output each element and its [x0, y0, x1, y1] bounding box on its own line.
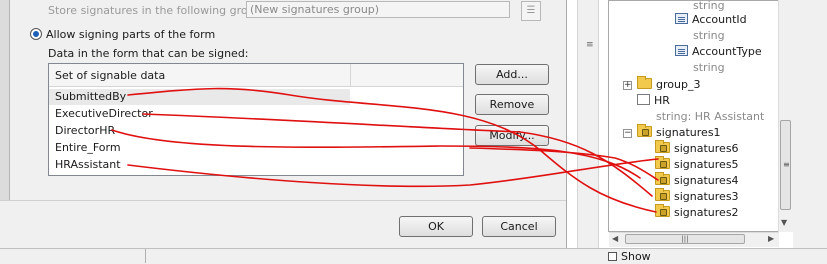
folder-icon: [637, 76, 652, 89]
scroll-left-arrow-icon[interactable]: ◀: [612, 234, 618, 243]
tree-item-hr[interactable]: HR: [637, 93, 670, 109]
tree-item-accounttype[interactable]: AccountType: [675, 44, 762, 60]
show-details-label[interactable]: Show details: [621, 250, 681, 263]
allow-signing-parts-radio[interactable]: [30, 28, 42, 40]
scroll-right-arrow-icon[interactable]: ▶: [768, 234, 774, 243]
tree-item-signatures4[interactable]: signatures4: [655, 172, 739, 189]
tree-type-hr: string: HR Assistant: [656, 110, 765, 123]
horizontal-scroll-thumb[interactable]: |||: [625, 234, 745, 244]
tree-item-signatures5[interactable]: signatures5: [655, 156, 739, 173]
signature-folder-icon: [655, 156, 670, 169]
field-icon: [637, 94, 650, 105]
field-icon: [675, 13, 688, 24]
list-item-hrassistant[interactable]: HRAssistant: [49, 157, 350, 173]
expand-icon[interactable]: +: [623, 81, 632, 90]
signable-data-label: Data in the form that can be signed:: [48, 47, 249, 60]
tree-item-signatures3[interactable]: signatures3: [655, 188, 739, 205]
show-details-checkbox[interactable]: [608, 252, 617, 261]
signature-folder-icon: [637, 124, 652, 137]
list-item-entire-form[interactable]: Entire_Form: [49, 140, 350, 156]
remove-button[interactable]: Remove: [475, 94, 549, 115]
list-header-label: Set of signable data: [55, 69, 166, 82]
bottom-bar-separator: [145, 249, 146, 263]
left-edge-strip: [0, 0, 10, 200]
field-icon: [675, 45, 688, 56]
column-separator[interactable]: [350, 64, 351, 86]
list-item-directorhr[interactable]: DirectorHR: [49, 123, 350, 139]
store-signatures-label: Store signatures in the following group:: [48, 4, 266, 17]
tree-item-signatures2[interactable]: signatures2: [655, 204, 739, 221]
signable-data-list[interactable]: Set of signable data SubmittedBy Executi…: [48, 63, 464, 176]
signature-folder-icon: [655, 188, 670, 201]
signature-folder-icon: [655, 204, 670, 217]
ok-button[interactable]: OK: [399, 216, 473, 237]
tree-item-group-3[interactable]: group_3: [637, 76, 700, 93]
scroll-down-arrow-icon[interactable]: ▼: [781, 218, 787, 227]
cancel-button[interactable]: Cancel: [482, 216, 556, 237]
signature-folder-icon: [655, 172, 670, 185]
data-source-tree: string AccountId string AccountType stri…: [608, 0, 793, 232]
right-edge-strip: [793, 0, 827, 248]
tree-item-signatures1[interactable]: signatures1: [637, 124, 721, 141]
bottom-bar: [0, 248, 827, 264]
browse-icon: ☰: [521, 1, 541, 21]
collapse-icon[interactable]: −: [623, 129, 632, 138]
scroll-grip-icon: ≡: [783, 160, 790, 169]
tree-item-accountid[interactable]: AccountId: [675, 12, 747, 28]
panel-splitter[interactable]: [577, 0, 599, 248]
add-button[interactable]: Add...: [475, 64, 549, 85]
tree-type-string: string: [693, 29, 725, 42]
list-item-executivedirector[interactable]: ExecutiveDirector: [49, 106, 350, 122]
signature-folder-icon: [655, 140, 670, 153]
tree-item-signatures6[interactable]: signatures6: [655, 140, 739, 157]
allow-signing-parts-label[interactable]: Allow signing parts of the form: [46, 28, 215, 41]
digital-signatures-dialog: Store signatures in the following group:…: [0, 0, 567, 249]
list-header[interactable]: Set of signable data: [49, 64, 463, 87]
dialog-divider: [0, 200, 566, 201]
signature-group-field: (New signatures group): [246, 1, 510, 18]
splitter-grip-icon[interactable]: ≡: [586, 40, 594, 50]
tree-type-string: string: [693, 61, 725, 74]
list-item-submittedby[interactable]: SubmittedBy: [49, 89, 350, 105]
modify-button[interactable]: Modify...: [475, 125, 549, 146]
